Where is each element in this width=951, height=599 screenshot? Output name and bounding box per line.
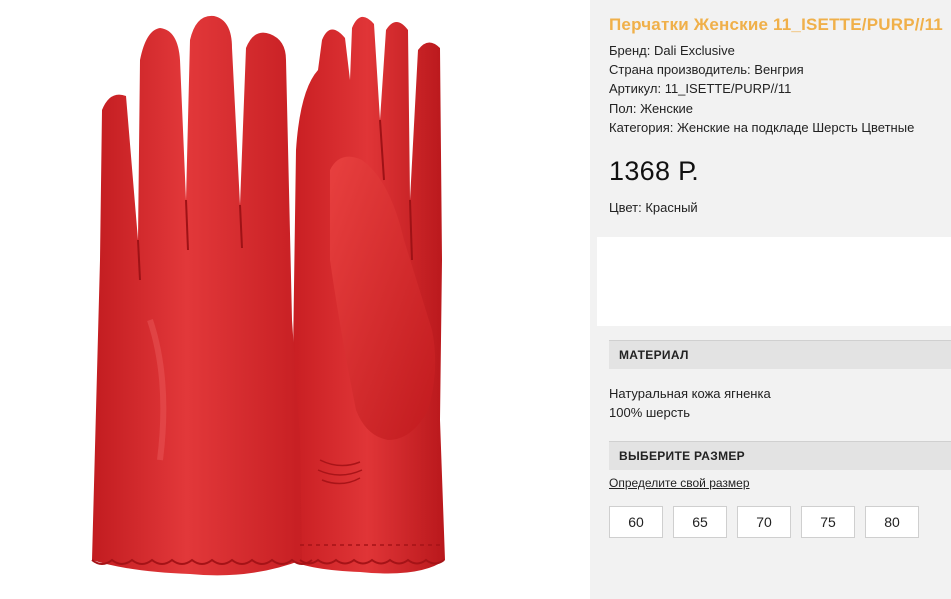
- size-option-75[interactable]: 75: [801, 506, 855, 538]
- material-description: Натуральная кожа ягненка 100% шерсть: [609, 384, 771, 422]
- gloves-illustration: [91, 15, 445, 576]
- left-glove: [92, 15, 302, 576]
- spec-category: Категория: Женские на подкладе Шерсть Цв…: [609, 119, 915, 135]
- size-guide-link[interactable]: Определите свой размер: [609, 476, 750, 490]
- product-color: Цвет: Красный: [609, 200, 698, 215]
- product-price: 1368 Р.: [609, 156, 700, 186]
- size-option-60[interactable]: 60: [609, 506, 663, 538]
- blank-panel: [597, 237, 951, 326]
- product-title: Перчатки Женские 11_ISETTE/PURP//11: [609, 15, 943, 34]
- product-info-panel: Перчатки Женские 11_ISETTE/PURP//11 Брен…: [590, 0, 951, 599]
- spec-country: Страна производитель: Венгрия: [609, 62, 804, 78]
- material-line-1: Натуральная кожа ягненка: [609, 386, 771, 401]
- product-image[interactable]: [0, 0, 590, 599]
- product-specs: Бренд: Dali Exclusive Страна производите…: [609, 41, 949, 137]
- material-line-2: 100% шерсть: [609, 405, 690, 421]
- spec-article: Артикул: 11_ISETTE/PURP//11: [609, 81, 792, 97]
- size-options: 60 65 70 75 80: [609, 506, 919, 538]
- size-option-65[interactable]: 65: [673, 506, 727, 538]
- spec-gender: Пол: Женские: [609, 100, 694, 116]
- spec-brand: Бренд: Dali Exclusive: [609, 43, 735, 58]
- size-header: ВЫБЕРИТЕ РАЗМЕР: [609, 441, 951, 470]
- size-option-80[interactable]: 80: [865, 506, 919, 538]
- material-header: МАТЕРИАЛ: [609, 340, 951, 369]
- size-option-70[interactable]: 70: [737, 506, 791, 538]
